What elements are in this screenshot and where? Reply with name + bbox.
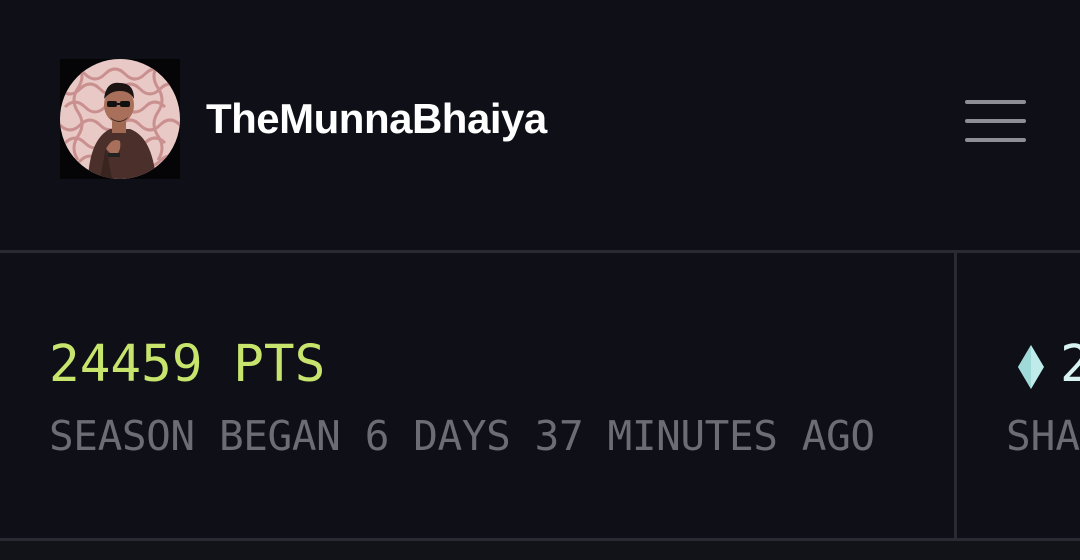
diamond-gem-icon xyxy=(1018,345,1044,389)
shards-value: 2 xyxy=(1060,335,1080,394)
season-info: SEASON BEGAN 6 DAYS 37 MINUTES AGO xyxy=(49,412,875,460)
profile-header: TheMunnaBhaiya xyxy=(0,0,1080,250)
points-value: 24459 PTS xyxy=(49,335,326,394)
divider xyxy=(0,250,1080,253)
next-section xyxy=(0,541,1080,560)
menu-button[interactable] xyxy=(958,92,1032,150)
card-divider xyxy=(954,253,957,538)
shards-label: SHA xyxy=(1006,412,1080,460)
avatar-image xyxy=(60,59,180,179)
username: TheMunnaBhaiya xyxy=(206,95,547,142)
avatar[interactable] xyxy=(60,59,180,179)
